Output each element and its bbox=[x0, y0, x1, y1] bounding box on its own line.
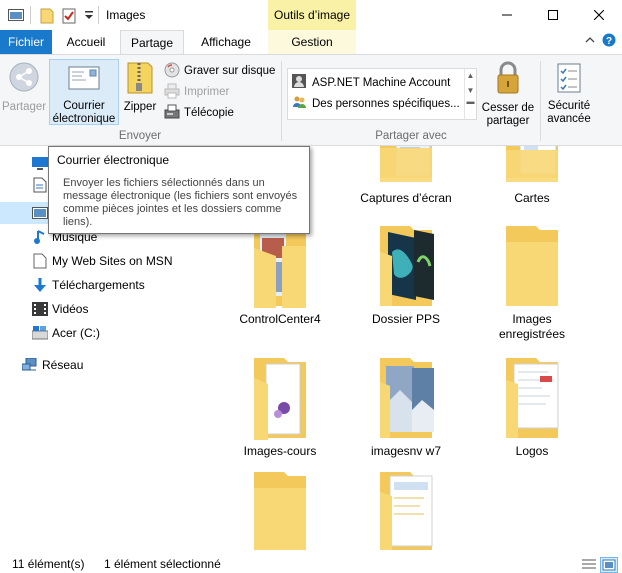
details-view-icon[interactable] bbox=[580, 557, 598, 573]
zip-icon bbox=[126, 61, 154, 99]
user-account-icon bbox=[292, 74, 306, 91]
item-count: 11 élément(s) bbox=[12, 557, 85, 571]
share-with-item[interactable]: ASP.NET Machine Account bbox=[292, 74, 450, 91]
folder-icon bbox=[232, 468, 328, 550]
padlock-icon bbox=[495, 61, 521, 99]
folder-images-cours[interactable]: Images-cours bbox=[226, 354, 334, 459]
document-icon bbox=[32, 253, 48, 269]
context-tab-header: Outils d’image bbox=[268, 0, 356, 30]
folder-logos[interactable]: Logos bbox=[478, 354, 586, 459]
selection-count: 1 élément sélectionné bbox=[104, 557, 221, 571]
share-icon bbox=[8, 61, 40, 97]
folder-captures[interactable]: Captures d’écran bbox=[352, 146, 460, 206]
svg-text:?: ? bbox=[606, 36, 612, 47]
minimize-button[interactable] bbox=[484, 0, 530, 30]
music-icon bbox=[32, 229, 48, 245]
fax-icon bbox=[164, 104, 180, 123]
nav-item-videos[interactable]: Vidéos bbox=[0, 298, 212, 320]
nav-item-downloads[interactable]: Téléchargements bbox=[0, 274, 212, 296]
folder-icon bbox=[358, 354, 454, 440]
quick-access-dropdown-icon[interactable] bbox=[84, 10, 94, 24]
tooltip-body: Envoyer les fichiers sélectionnés dans u… bbox=[63, 177, 298, 228]
zip-button[interactable]: Zipper bbox=[120, 59, 160, 119]
send-group-label: Envoyer bbox=[118, 130, 162, 142]
tooltip: Courrier électronique Envoyer les fichie… bbox=[48, 146, 310, 234]
folder-row4-a[interactable] bbox=[226, 468, 334, 550]
share-with-item[interactable]: Des personnes spécifiques... bbox=[292, 95, 460, 112]
nav-item-drive-c[interactable]: Acer (C:) bbox=[0, 322, 212, 344]
help-icon[interactable]: ? bbox=[602, 33, 616, 50]
folder-images-enregistrees[interactable]: Images enregistrées bbox=[478, 222, 586, 342]
large-icons-view-icon[interactable] bbox=[600, 557, 618, 573]
share-with-list[interactable]: ASP.NET Machine Account Des personnes sp… bbox=[287, 68, 477, 120]
printer-icon bbox=[164, 83, 180, 102]
folder-icon bbox=[484, 146, 580, 186]
disc-icon bbox=[164, 62, 180, 81]
advanced-security-button[interactable]: Sécurité avancée bbox=[543, 59, 595, 125]
share-with-scrollbar[interactable]: ▲ ▼ ▬ bbox=[464, 69, 476, 119]
nav-item-network[interactable]: Réseau bbox=[0, 354, 212, 376]
status-bar: 11 élément(s) 1 élément sélectionné bbox=[0, 553, 622, 573]
title-bar: Images Outils d’image bbox=[0, 0, 622, 30]
folder-icon bbox=[232, 222, 328, 308]
quick-access-properties-icon[interactable] bbox=[62, 8, 76, 27]
desktop-icon bbox=[32, 155, 48, 171]
folder-controlcenter4[interactable]: ControlCenter4 bbox=[226, 222, 334, 327]
folder-icon bbox=[358, 222, 454, 308]
burn-disc-button[interactable]: Graver sur disque bbox=[164, 62, 275, 80]
folder-cartes[interactable]: Cartes bbox=[478, 146, 586, 206]
drive-icon bbox=[32, 325, 48, 341]
network-icon bbox=[22, 357, 38, 373]
ribbon-tabs: Fichier Accueil Partage Affichage Gestio… bbox=[0, 30, 622, 55]
fax-button[interactable]: Télécopie bbox=[164, 104, 234, 122]
folder-icon bbox=[358, 146, 454, 186]
people-icon bbox=[292, 95, 306, 112]
folder-icon bbox=[484, 222, 580, 308]
scroll-down-icon[interactable]: ▼ bbox=[465, 86, 476, 95]
folder-icon bbox=[358, 468, 454, 550]
email-button[interactable]: Courrier électronique bbox=[49, 59, 119, 125]
tab-manage[interactable]: Gestion bbox=[268, 30, 356, 54]
tab-home[interactable]: Accueil bbox=[56, 30, 116, 54]
expand-icon[interactable]: ▬ bbox=[465, 97, 476, 106]
tab-share[interactable]: Partage bbox=[120, 30, 184, 55]
folder-row4-b[interactable] bbox=[352, 468, 460, 550]
folder-dossier-pps[interactable]: Dossier PPS bbox=[352, 222, 460, 327]
share-with-group-label: Partager avec bbox=[375, 130, 447, 142]
security-checklist-icon bbox=[556, 63, 582, 97]
window-title: Images bbox=[106, 8, 146, 22]
nav-item-my-web-sites[interactable]: My Web Sites on MSN bbox=[0, 250, 212, 272]
folder-icon bbox=[484, 354, 580, 440]
email-icon bbox=[68, 66, 100, 96]
video-icon bbox=[32, 301, 48, 317]
folder-imagesnv-w7[interactable]: imagesnv w7 bbox=[352, 354, 460, 459]
download-icon bbox=[32, 277, 48, 293]
stop-sharing-button[interactable]: Cesser de partager bbox=[480, 59, 536, 127]
folder-icon bbox=[232, 354, 328, 440]
tooltip-title: Courrier électronique bbox=[57, 153, 170, 167]
tab-view[interactable]: Affichage bbox=[190, 30, 262, 54]
quick-access-folder-icon[interactable] bbox=[40, 8, 54, 27]
share-button[interactable]: Partager bbox=[2, 59, 46, 119]
tab-file[interactable]: Fichier bbox=[0, 30, 52, 54]
document-icon bbox=[32, 177, 48, 193]
scroll-up-icon[interactable]: ▲ bbox=[465, 71, 476, 80]
close-button[interactable] bbox=[576, 0, 622, 30]
window-icon[interactable] bbox=[8, 8, 24, 25]
print-button[interactable]: Imprimer bbox=[164, 83, 229, 101]
pictures-icon bbox=[32, 205, 48, 221]
ribbon: Partager Courrier électronique Zipper Gr… bbox=[0, 54, 622, 146]
maximize-button[interactable] bbox=[530, 0, 576, 30]
collapse-ribbon-icon[interactable] bbox=[584, 34, 596, 49]
